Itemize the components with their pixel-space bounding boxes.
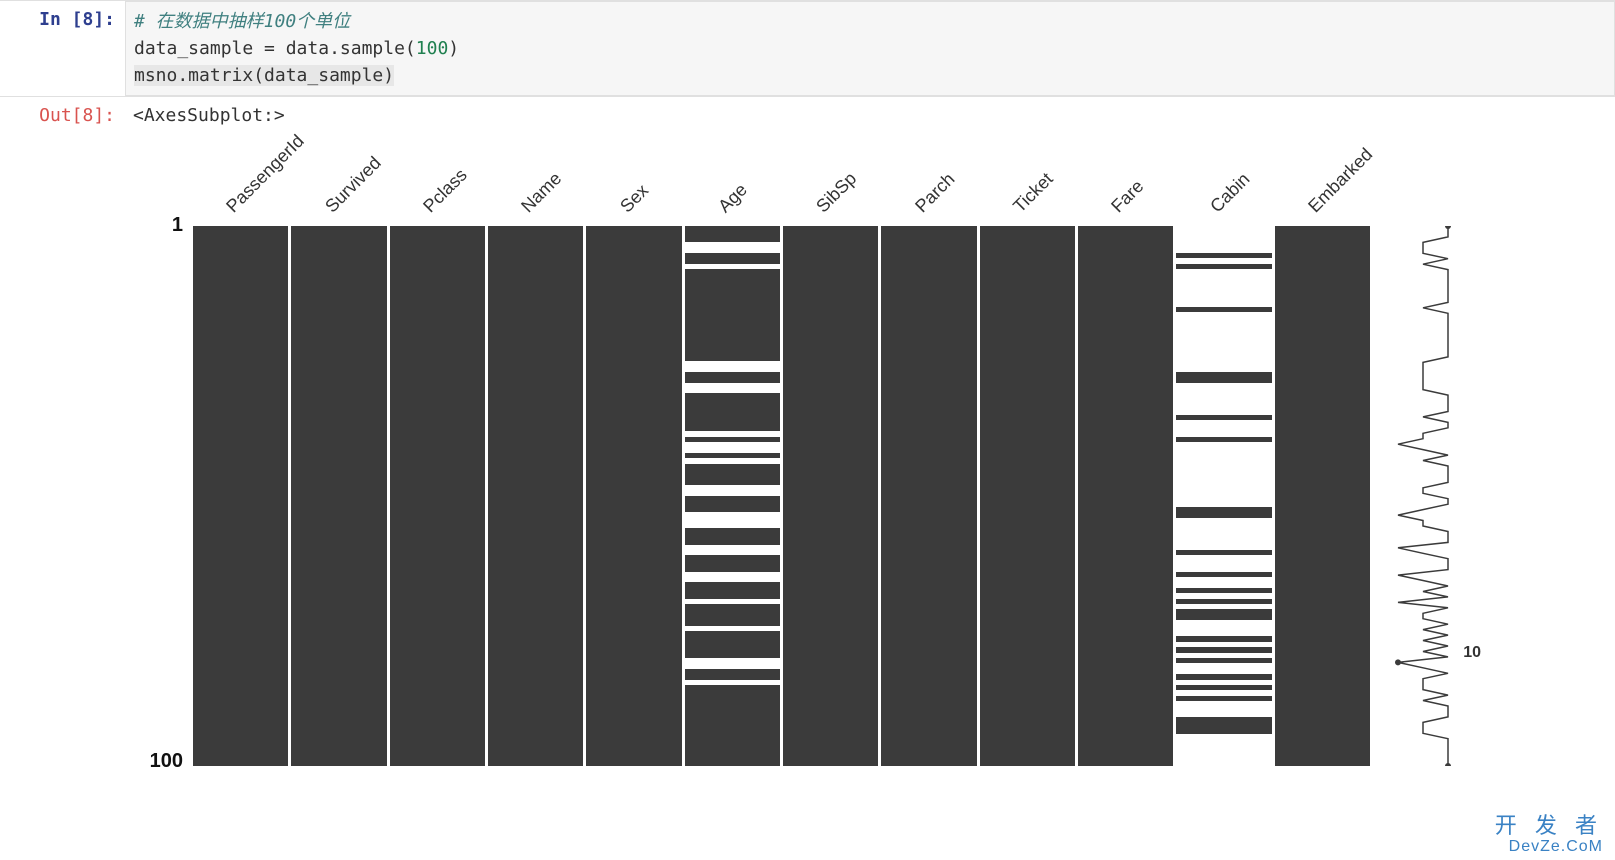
matrix-column-cabin xyxy=(1176,226,1271,766)
sparkline-label-min: 10 xyxy=(1463,644,1481,662)
msno-matrix-chart: 1 100 PassengerIdSurvivedPclassNameSexAg… xyxy=(133,136,1523,836)
column-label-embarked: Embarked xyxy=(1304,144,1377,217)
watermark-en: DevZe.CoM xyxy=(1495,838,1603,856)
code-line-2a: data_sample = data.sample( xyxy=(134,38,416,59)
matrix-column-parch xyxy=(881,226,976,766)
column-label-ticket: Ticket xyxy=(1009,169,1057,217)
column-label-pclass: Pclass xyxy=(419,165,471,217)
matrix-column-age xyxy=(685,226,780,766)
out-text: <AxesSubplot:> xyxy=(133,105,1615,126)
column-label-parch: Parch xyxy=(911,169,959,217)
code-comment: # 在数据中抽样100个单位 xyxy=(134,11,350,32)
code-number: 100 xyxy=(416,38,449,59)
code-line-2b: ) xyxy=(448,38,459,59)
code-input[interactable]: # 在数据中抽样100个单位 data_sample = data.sample… xyxy=(125,1,1615,96)
column-label-age: Age xyxy=(714,180,751,217)
matrix-column-name xyxy=(488,226,583,766)
matrix-column-ticket xyxy=(980,226,1075,766)
in-prompt: In [8]: xyxy=(0,1,125,96)
matrix-column-sibsp xyxy=(783,226,878,766)
y-tick-bottom: 100 xyxy=(133,750,183,773)
input-cell: In [8]: # 在数据中抽样100个单位 data_sample = dat… xyxy=(0,0,1615,97)
code-line-3: msno.matrix(data_sample) xyxy=(134,65,394,86)
output-content: <AxesSubplot:> 1 100 PassengerIdSurvived… xyxy=(125,97,1615,836)
column-label-sex: Sex xyxy=(616,180,653,217)
output-cell: Out[8]: <AxesSubplot:> 1 100 PassengerId… xyxy=(0,97,1615,836)
column-label-fare: Fare xyxy=(1107,176,1148,217)
column-label-cabin: Cabin xyxy=(1206,169,1254,217)
matrix-column-survived xyxy=(291,226,386,766)
column-labels: PassengerIdSurvivedPclassNameSexAgeSibSp… xyxy=(193,136,1373,221)
matrix-column-sex xyxy=(586,226,681,766)
sparkline-svg xyxy=(1393,226,1453,766)
column-label-name: Name xyxy=(517,168,566,217)
matrix-columns xyxy=(193,226,1373,766)
column-label-sibsp: SibSp xyxy=(812,168,861,217)
column-label-survived: Survived xyxy=(321,153,385,217)
matrix-column-pclass xyxy=(390,226,485,766)
sparkline: 10 xyxy=(1393,226,1453,766)
matrix-column-passengerid xyxy=(193,226,288,766)
out-prompt: Out[8]: xyxy=(0,97,125,836)
matrix-plot-area xyxy=(193,226,1373,766)
watermark-cn: 开 发 者 xyxy=(1495,814,1603,838)
matrix-column-fare xyxy=(1078,226,1173,766)
column-label-passengerid: PassengerId xyxy=(222,131,308,217)
y-tick-top: 1 xyxy=(133,214,183,237)
watermark: 开 发 者 DevZe.CoM xyxy=(1495,814,1603,856)
matrix-column-embarked xyxy=(1275,226,1370,766)
